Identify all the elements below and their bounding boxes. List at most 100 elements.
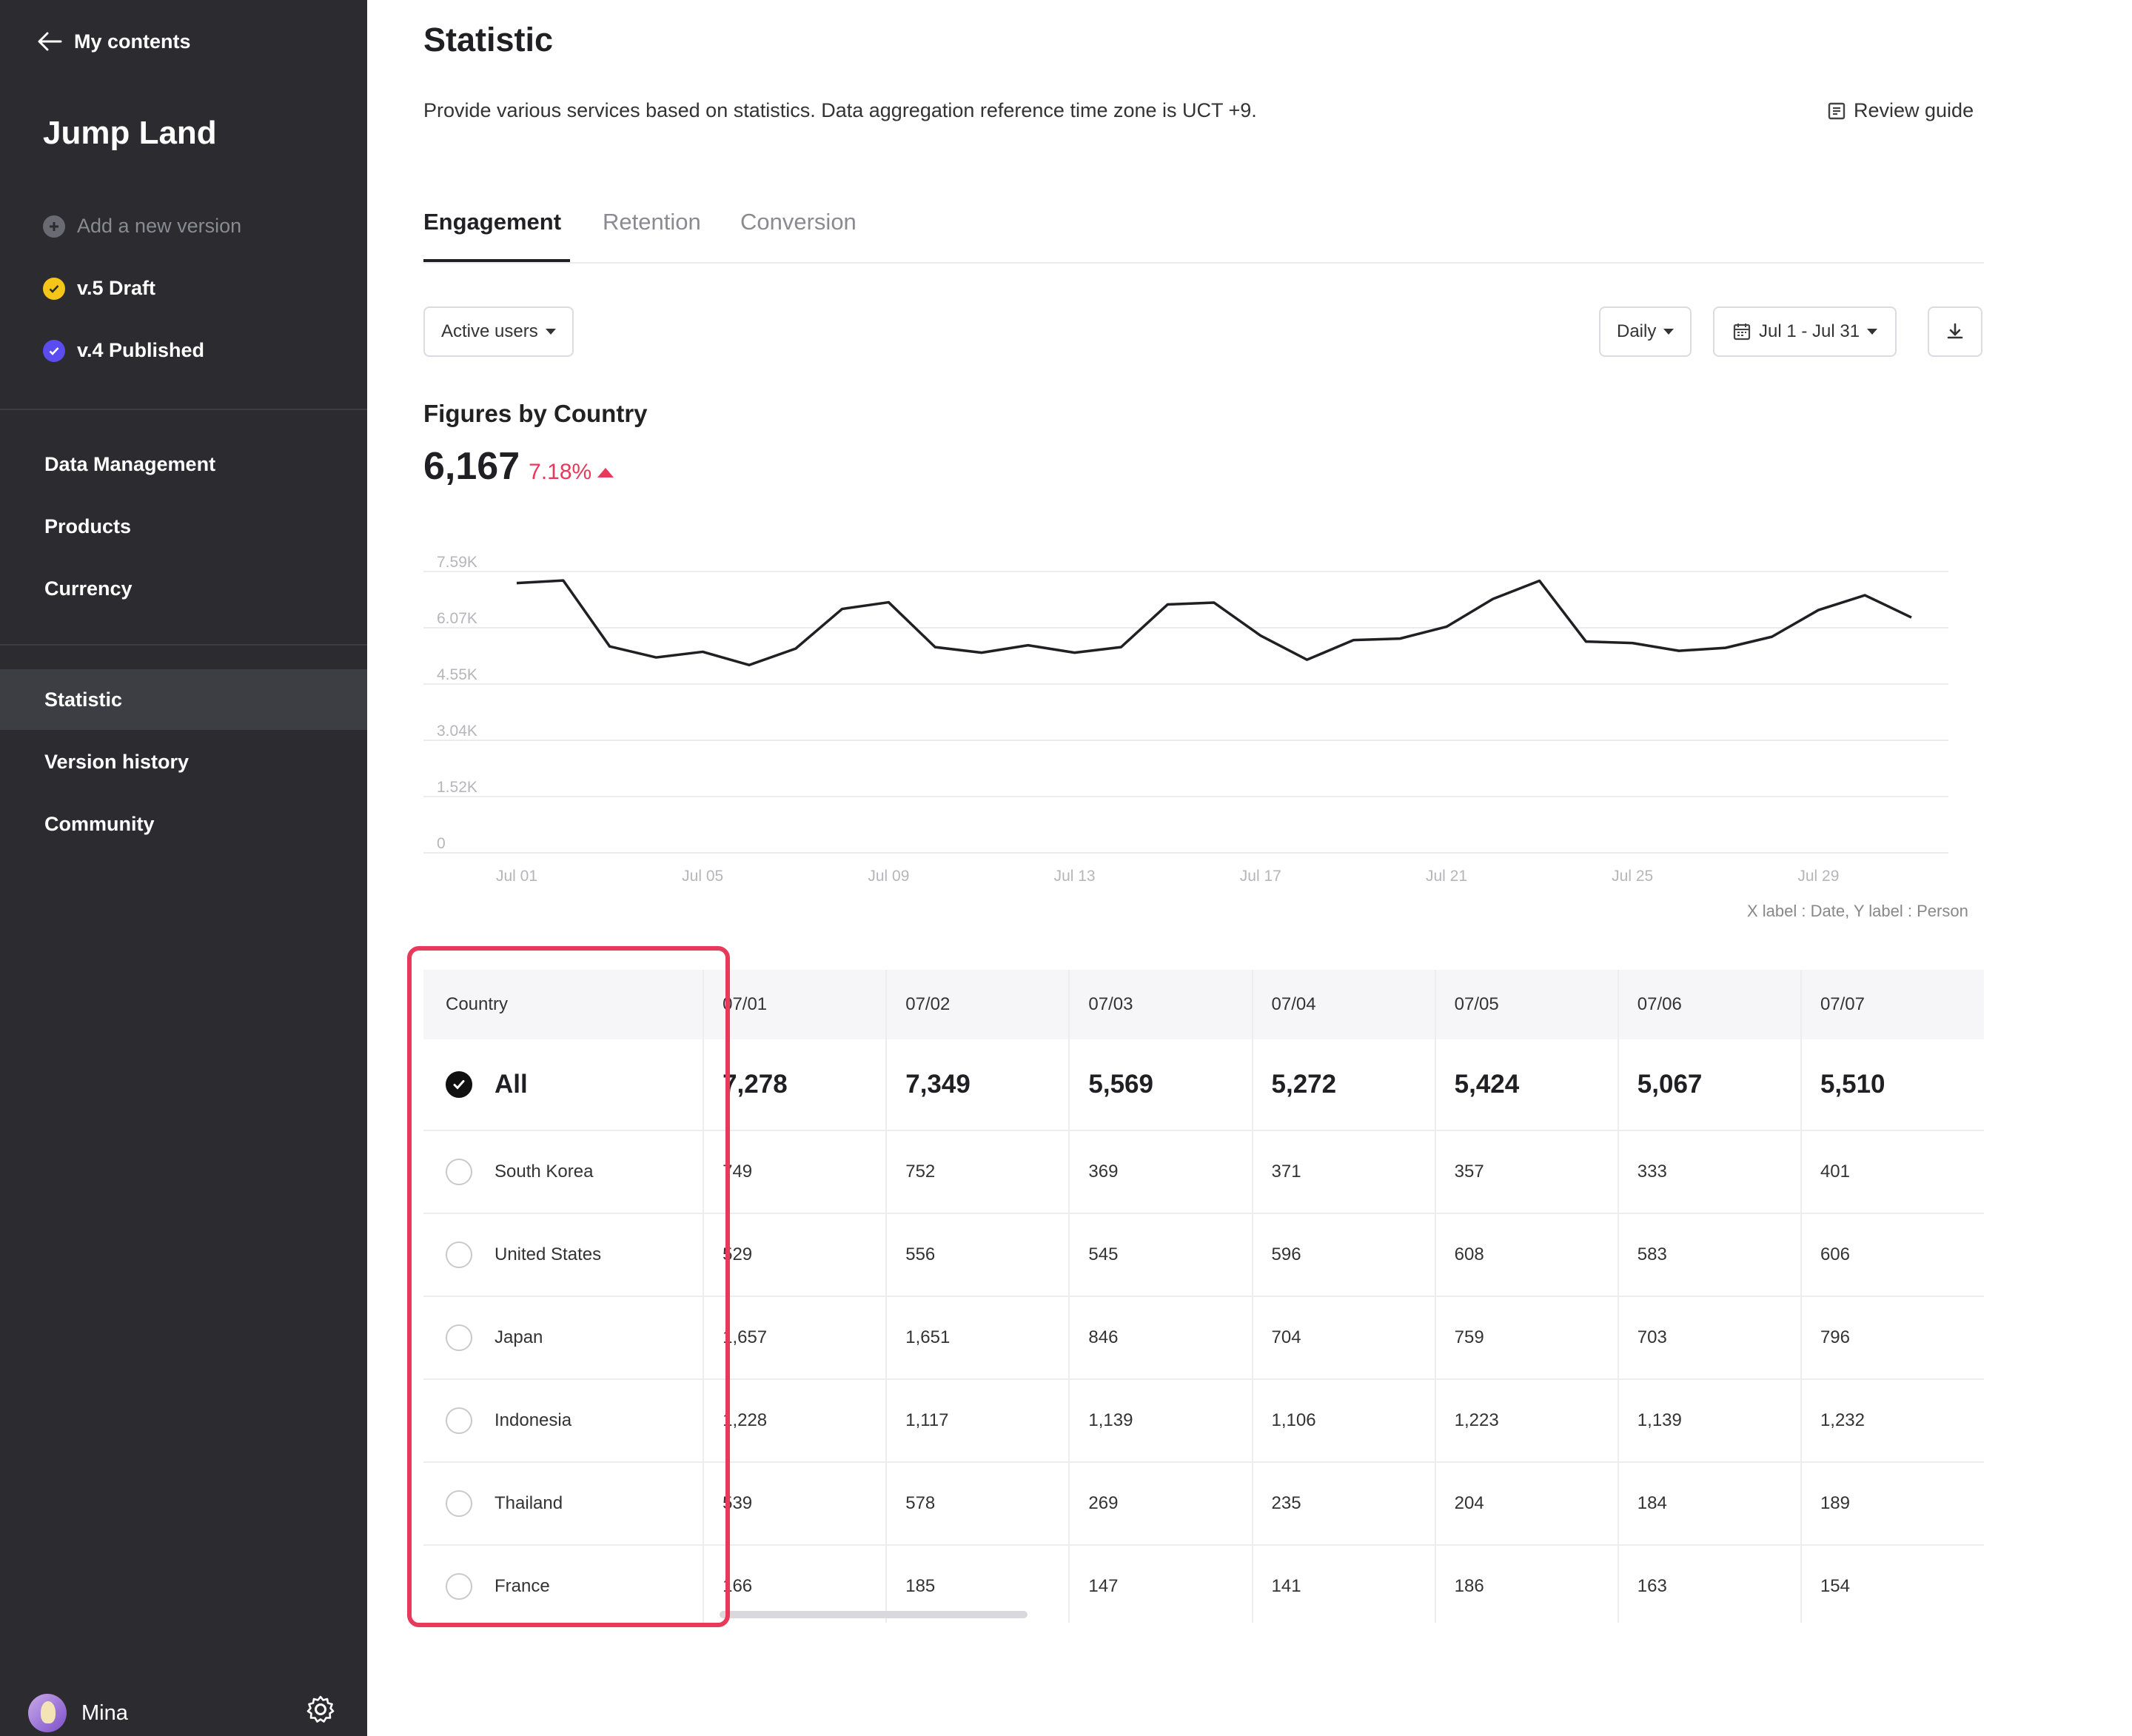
table-row[interactable]: South Korea 749 752 369 371 357 333 401	[423, 1130, 1984, 1214]
metric-dropdown[interactable]: Active users	[423, 306, 574, 357]
value-cell: 369	[1068, 1130, 1253, 1214]
country-cell: South Korea	[423, 1130, 704, 1214]
value-cell: 154	[1800, 1545, 1984, 1623]
value-cell: 1,139	[1617, 1379, 1801, 1463]
figures-title: Figures by Country	[423, 400, 648, 427]
x-tick-label: Jul 17	[1240, 868, 1281, 885]
x-tick-label: Jul 25	[1612, 868, 1653, 885]
review-guide-label: Review guide	[1854, 99, 1974, 121]
calendar-icon	[1733, 324, 1751, 341]
value-cell: 189	[1800, 1462, 1984, 1546]
country-cell: Indonesia	[423, 1379, 704, 1463]
kpi-summary: 6,167 7.18%	[423, 444, 614, 489]
value-cell: 5,067	[1617, 1039, 1801, 1131]
country-cell: All	[423, 1039, 704, 1131]
kpi-change-value: 7.18%	[529, 460, 592, 484]
value-cell: 529	[703, 1213, 887, 1297]
app-title: Jump Land	[43, 115, 217, 151]
radio-button[interactable]	[446, 1324, 472, 1351]
value-cell: 371	[1251, 1130, 1435, 1214]
value-cell: 235	[1251, 1462, 1435, 1546]
tab-bar: Engagement Retention Conversion	[423, 200, 1984, 264]
value-cell: 846	[1068, 1296, 1253, 1380]
version-draft[interactable]: v.5 Draft	[43, 277, 155, 300]
column-header-date: 07/06	[1617, 970, 1801, 1039]
gear-icon[interactable]	[305, 1694, 336, 1725]
sidebar-item-version-history[interactable]: Version history	[0, 731, 367, 792]
radio-button[interactable]	[446, 1407, 472, 1434]
value-cell: 204	[1434, 1462, 1618, 1546]
kpi-total: 6,167	[423, 445, 520, 488]
x-tick-label: Jul 01	[496, 868, 537, 885]
value-cell: 5,272	[1251, 1039, 1435, 1131]
sidebar-item-data-management[interactable]: Data Management	[0, 434, 367, 495]
sidebar-item-community[interactable]: Community	[0, 794, 367, 854]
value-cell: 1,223	[1434, 1379, 1618, 1463]
value-cell: 333	[1617, 1130, 1801, 1214]
radio-button[interactable]	[446, 1573, 472, 1600]
x-tick-label: Jul 05	[682, 868, 723, 885]
tab-engagement[interactable]: Engagement	[423, 209, 561, 235]
radio-button[interactable]	[446, 1490, 472, 1517]
value-cell: 7,349	[885, 1039, 1070, 1131]
radio-checked-icon[interactable]	[446, 1071, 472, 1098]
value-cell: 606	[1800, 1213, 1984, 1297]
table-row[interactable]: Japan 1,657 1,651 846 704 759 703 796	[423, 1296, 1984, 1380]
country-label: United States	[495, 1244, 602, 1264]
user-profile[interactable]: Mina	[28, 1694, 128, 1732]
table-row[interactable]: Indonesia 1,228 1,117 1,139 1,106 1,223 1,139 1…	[423, 1379, 1984, 1463]
date-range-picker[interactable]: Jul 1 - Jul 31	[1713, 306, 1897, 357]
value-cell: 5,510	[1800, 1039, 1984, 1131]
table-row[interactable]: France 166 185 147 141 186 163 154	[423, 1545, 1984, 1623]
value-cell: 5,424	[1434, 1039, 1618, 1131]
country-cell: France	[423, 1545, 704, 1623]
radio-button[interactable]	[446, 1159, 472, 1185]
review-guide-link[interactable]: Review guide	[1827, 99, 1974, 122]
horizontal-scrollbar[interactable]	[720, 1611, 1028, 1618]
download-icon	[1947, 323, 1963, 339]
interval-dropdown[interactable]: Daily	[1599, 306, 1692, 357]
table-row[interactable]: United States 529 556 545 596 608 583 606	[423, 1213, 1984, 1297]
value-cell: 556	[885, 1213, 1070, 1297]
back-to-my-contents[interactable]: My contents	[37, 28, 191, 55]
kpi-change: 7.18%	[529, 460, 614, 485]
column-header-date: 07/07	[1800, 970, 1984, 1039]
data-table: Country 07/01 07/02 07/03 07/04 07/05 07/06 07…	[423, 970, 1984, 1623]
back-label: My contents	[74, 30, 191, 53]
sidebar-divider	[0, 409, 367, 410]
tab-conversion[interactable]: Conversion	[740, 209, 857, 235]
radio-button[interactable]	[446, 1241, 472, 1268]
tab-retention[interactable]: Retention	[603, 209, 701, 235]
sidebar-item-statistic[interactable]: Statistic	[0, 669, 367, 730]
line-chart: 7.59K 6.07K 4.55K 3.04K 1.52K 0 Jul 01 Jul 05 Ju…	[423, 554, 1948, 885]
version-published[interactable]: v.4 Published	[43, 339, 204, 362]
value-cell: 596	[1251, 1213, 1435, 1297]
value-cell: 539	[703, 1462, 887, 1546]
metric-dropdown-label: Active users	[441, 321, 538, 341]
sidebar: My contents Jump Land Add a new version …	[0, 0, 367, 1736]
table-row-all[interactable]: All 7,278 7,349 5,569 5,272 5,424 5,067 5,510	[423, 1039, 1984, 1131]
sidebar-item-currency[interactable]: Currency	[0, 558, 367, 619]
add-version-button[interactable]: Add a new version	[43, 215, 241, 238]
value-cell: 608	[1434, 1213, 1618, 1297]
value-cell: 583	[1617, 1213, 1801, 1297]
table-row[interactable]: Thailand 539 578 269 235 204 184 189	[423, 1462, 1984, 1546]
country-label-all: All	[495, 1070, 528, 1099]
sidebar-item-products[interactable]: Products	[0, 496, 367, 557]
page-description: Provide various services based on statis…	[423, 99, 1257, 121]
value-cell: 1,228	[703, 1379, 887, 1463]
country-label: Indonesia	[495, 1410, 572, 1430]
column-header-date: 07/03	[1068, 970, 1253, 1039]
triangle-up-icon	[597, 467, 614, 477]
sidebar-divider	[0, 644, 367, 646]
caret-down-icon	[545, 329, 556, 335]
download-button[interactable]	[1928, 306, 1982, 357]
value-cell: 796	[1800, 1296, 1984, 1380]
value-cell: 752	[885, 1130, 1070, 1214]
y-tick-label: 0	[437, 835, 446, 852]
y-tick-label: 6.07K	[437, 610, 477, 627]
country-label: Thailand	[495, 1493, 563, 1513]
series-line	[516, 579, 1912, 667]
value-cell: 545	[1068, 1213, 1253, 1297]
y-tick-label: 4.55K	[437, 666, 477, 683]
